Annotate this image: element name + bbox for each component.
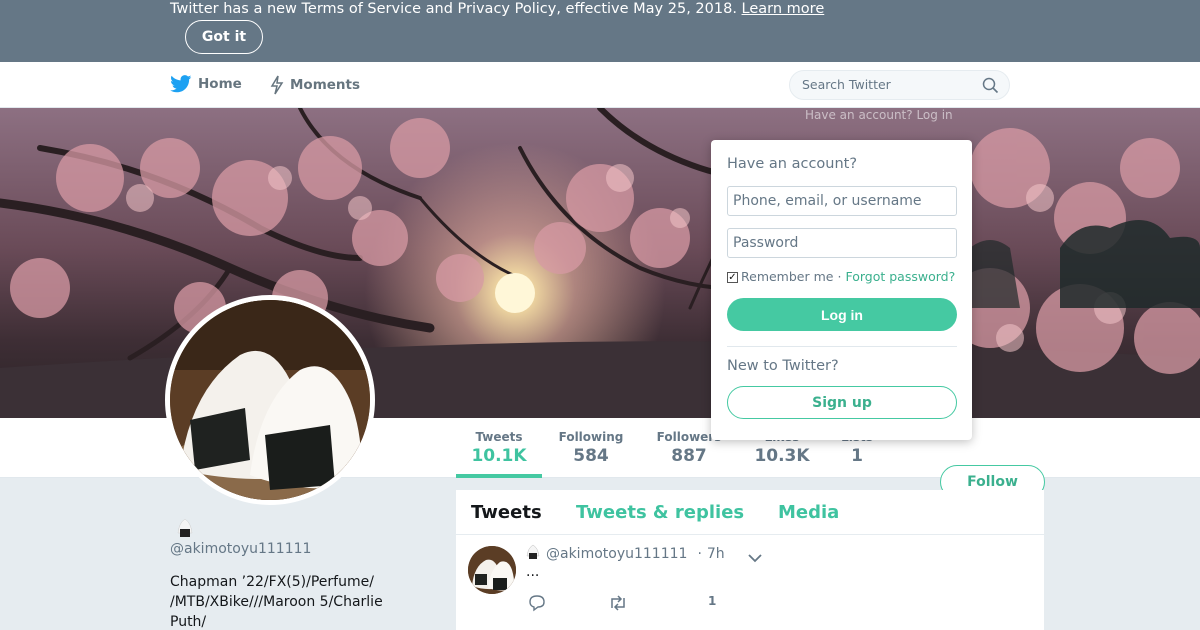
tweet-avatar[interactable] bbox=[468, 546, 516, 594]
tweet-separator: · bbox=[697, 546, 702, 562]
nav-home-label: Home bbox=[198, 76, 242, 92]
remember-checkbox[interactable]: ✓ bbox=[727, 272, 738, 283]
nav-moments-label: Moments bbox=[290, 77, 361, 93]
tweet-handle[interactable]: @akimotoyu111111 bbox=[546, 546, 687, 562]
profile-bio: Chapman ’22/FX(5)/Perfume/ /MTB/XBike///… bbox=[170, 574, 383, 630]
notice-text: Twitter has a new Terms of Service and P… bbox=[170, 0, 824, 18]
reply-icon[interactable] bbox=[528, 594, 546, 612]
lightning-icon bbox=[270, 75, 284, 95]
login-title: Have an account? bbox=[727, 156, 858, 172]
tweet-actions: 1 bbox=[526, 594, 746, 614]
signup-button[interactable]: Sign up bbox=[727, 386, 957, 419]
stat-following[interactable]: Following 584 bbox=[558, 430, 624, 466]
stat-value: 1 bbox=[851, 446, 863, 466]
profile-avatar[interactable] bbox=[165, 295, 375, 505]
search-input[interactable] bbox=[802, 77, 972, 92]
nav-home[interactable]: Home bbox=[170, 75, 242, 93]
stat-value: 887 bbox=[671, 446, 707, 466]
login-prompt-hint: Have an account? Log in bbox=[805, 108, 953, 122]
top-navbar: Home Moments bbox=[0, 62, 1200, 108]
login-dropdown: Have an account? ✓ Remember me · Forgot … bbox=[711, 140, 972, 440]
rice-ball-icon bbox=[526, 544, 540, 564]
password-field[interactable] bbox=[727, 228, 957, 258]
timeline: Tweets Tweets & replies Media @akimotoyu… bbox=[456, 490, 1044, 630]
tab-tweets-replies[interactable]: Tweets & replies bbox=[576, 502, 744, 523]
bird-icon bbox=[170, 75, 192, 93]
rice-ball-icon bbox=[176, 517, 194, 543]
username-field[interactable] bbox=[727, 186, 957, 216]
timeline-tabs: Tweets Tweets & replies Media bbox=[456, 490, 1044, 535]
profile-handle[interactable]: @akimotoyu111111 bbox=[170, 541, 311, 557]
got-it-button[interactable]: Got it bbox=[185, 20, 263, 54]
remember-label: Remember me bbox=[741, 269, 834, 284]
notice-message: Twitter has a new Terms of Service and P… bbox=[170, 1, 737, 17]
chevron-down-icon[interactable] bbox=[748, 548, 762, 567]
tweet-item[interactable]: @akimotoyu111111 · 7h ... 1 bbox=[456, 536, 1044, 630]
forgot-password-link[interactable]: Forgot password? bbox=[845, 269, 955, 284]
stat-tweets[interactable]: Tweets 10.1K bbox=[456, 430, 542, 478]
notice-banner: Twitter has a new Terms of Service and P… bbox=[0, 0, 1200, 62]
tweet-time[interactable]: 7h bbox=[707, 546, 725, 562]
learn-more-link[interactable]: Learn more bbox=[742, 1, 825, 17]
stat-value: 584 bbox=[573, 446, 609, 466]
login-button[interactable]: Log in bbox=[727, 298, 957, 331]
search-icon[interactable] bbox=[982, 77, 999, 98]
tweet-text: ... bbox=[526, 564, 540, 580]
divider bbox=[727, 346, 957, 347]
like-count: 1 bbox=[708, 594, 717, 608]
retweet-icon[interactable] bbox=[608, 594, 628, 612]
like-action[interactable]: 1 bbox=[708, 594, 716, 608]
stat-value: 10.1K bbox=[471, 446, 527, 466]
remember-separator: · bbox=[837, 269, 842, 284]
remember-row: ✓ Remember me · Forgot password? bbox=[727, 269, 955, 284]
search-box bbox=[789, 70, 1010, 100]
tab-tweets[interactable]: Tweets bbox=[471, 502, 542, 523]
stat-label: Following bbox=[558, 430, 624, 444]
stat-value: 10.3K bbox=[754, 446, 810, 466]
nav-moments[interactable]: Moments bbox=[270, 75, 360, 95]
tweet-header: @akimotoyu111111 · 7h bbox=[526, 544, 725, 564]
new-to-twitter-label: New to Twitter? bbox=[727, 358, 839, 374]
stat-label: Tweets bbox=[475, 430, 523, 444]
tab-media[interactable]: Media bbox=[778, 502, 839, 523]
